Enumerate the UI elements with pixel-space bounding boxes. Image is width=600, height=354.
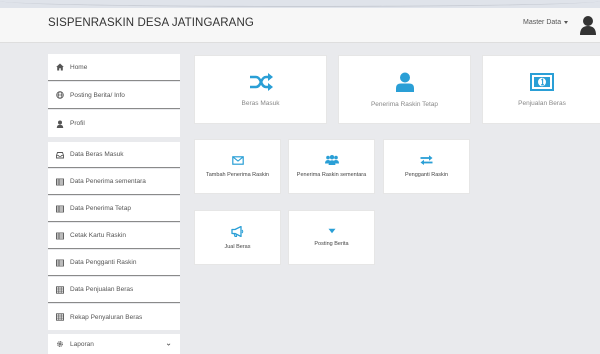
sidebar-item-data-beras-masuk[interactable]: Data Beras Masuk: [48, 142, 180, 168]
sidebar-item-label: Profil: [70, 120, 85, 127]
tile-beras-masuk[interactable]: Beras Masuk: [194, 55, 327, 124]
sidebar-item-posting-berita[interactable]: Posting Berita/ Info: [48, 82, 180, 109]
table-icon: [56, 259, 64, 267]
tile-label: Penjualan Beras: [518, 99, 566, 107]
caret-down-icon: [328, 228, 335, 234]
sidebar-item-data-pengganti-raskin[interactable]: Data Pengganti Raskin: [48, 250, 180, 276]
table-icon: [56, 178, 64, 186]
tile-label: Pengganti Raskin: [404, 172, 449, 178]
sidebar-item-label: Home: [70, 63, 88, 71]
sidebar-item-label: Data Pengganti Raskin: [70, 259, 137, 266]
shuffle-icon: [249, 72, 273, 91]
bullhorn-icon: [231, 225, 244, 237]
sidebar-item-laporan[interactable]: Laporan ⌄: [48, 334, 180, 354]
money-icon: [530, 72, 554, 91]
tile-penerima-raskin-tetap[interactable]: Penerima Raskin Tetap: [338, 55, 471, 124]
sidebar-item-profil[interactable]: Profil: [48, 110, 180, 137]
sidebar-item-data-penerima-tetap[interactable]: Data Penerima Tetap: [48, 196, 180, 222]
sidebar-item-label: Laporan: [70, 340, 94, 348]
master-data-dropdown[interactable]: Master Data: [523, 19, 569, 26]
top-navbar: SISPENRASKIN DESA JATINGARANG Master Dat…: [0, 8, 600, 43]
tile-label: Penerima Raskin Tetap: [370, 100, 439, 108]
user-icon: [56, 120, 64, 128]
home-icon: [56, 63, 64, 71]
users-icon: [324, 155, 339, 165]
caret-down-icon: [564, 20, 569, 24]
sidebar-item-label: Data Beras Masuk: [70, 151, 124, 158]
tile-label: Jual Beras: [224, 243, 251, 250]
sidebar-item-home[interactable]: Home: [48, 54, 180, 81]
tile-label: Beras Masuk: [241, 99, 280, 107]
table-icon: [56, 205, 64, 213]
tile-label: Penerima Raskin sementara: [296, 172, 367, 178]
master-data-label: Master Data: [523, 19, 562, 26]
user-icon: [395, 72, 414, 92]
tile-jual-beras[interactable]: Jual Beras: [194, 210, 281, 265]
tile-penerima-raskin-sementara[interactable]: Penerima Raskin sementara: [288, 139, 375, 194]
sidebar-item-data-penjualan-beras[interactable]: Data Penjualan Beras: [48, 277, 180, 303]
tile-penjualan-beras[interactable]: Penjualan Beras: [482, 55, 600, 124]
app-title[interactable]: SISPENRASKIN DESA JATINGARANG: [48, 17, 254, 29]
grid-icon: [56, 285, 64, 294]
tile-tambah-penerima-raskin[interactable]: Tambah Penerima Raskin: [194, 139, 281, 194]
sidebar-item-rekap-penyaluran-beras[interactable]: Rekap Penyaluran Beras: [48, 304, 180, 330]
envelope-icon: [231, 155, 244, 165]
grid-icon: [56, 313, 64, 321]
tile-label: Tambah Penerima Raskin: [206, 171, 269, 178]
user-avatar-icon[interactable]: [580, 15, 596, 35]
sidebar-item-cetak-kartu-raskin[interactable]: Cetak Kartu Raskin: [48, 223, 180, 249]
sidebar-item-label: Data Penerima Tetap: [70, 205, 131, 212]
gear-icon: [56, 340, 64, 348]
sidebar-item-label: Data Penjualan Beras: [70, 286, 134, 293]
sidebar-item-data-penerima-sementara[interactable]: Data Penerima sementara: [48, 169, 180, 195]
table-icon: [56, 232, 64, 240]
globe-icon: [56, 91, 64, 99]
sidebar-item-label: Cetak Kartu Raskin: [70, 232, 126, 239]
tile-pengganti-raskin[interactable]: Pengganti Raskin: [383, 139, 470, 194]
inbox-icon: [56, 151, 64, 159]
sidebar-item-label: Rekap Penyaluran Beras: [70, 313, 143, 321]
chevron-down-icon: ⌄: [165, 338, 172, 348]
tile-posting-berita[interactable]: Posting Berita: [288, 210, 375, 265]
exchange-icon: [420, 155, 433, 165]
sidebar-item-label: Posting Berita/ Info: [70, 91, 125, 99]
tile-label: Posting Berita: [314, 241, 349, 247]
sidebar-item-label: Data Penerima sementara: [70, 178, 146, 185]
